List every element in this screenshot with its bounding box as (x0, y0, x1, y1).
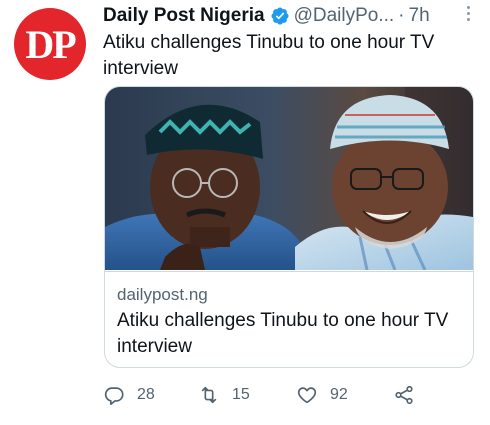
share-button[interactable] (393, 381, 427, 409)
more-icon[interactable] (466, 6, 470, 24)
reply-button[interactable]: 28 (103, 381, 155, 409)
tweet-text: Atiku challenges Tinubu to one hour TV i… (103, 32, 435, 79)
card-photo (105, 87, 473, 270)
author-name[interactable]: Daily Post Nigeria (103, 5, 265, 27)
tweet-time[interactable]: 7h (409, 5, 430, 27)
retweet-count: 15 (232, 386, 250, 403)
like-icon (297, 387, 317, 404)
tweet-actions: 28 15 92 (103, 381, 433, 409)
card-title: Atiku challenges Tinubu to one hour TV i… (117, 310, 449, 357)
author-handle[interactable]: @DailyPo... (294, 5, 395, 27)
card-image[interactable] (105, 87, 473, 270)
like-count: 92 (330, 386, 348, 403)
share-icon (395, 385, 413, 405)
card-body[interactable]: dailypost.ng Atiku challenges Tinubu to … (105, 271, 473, 367)
avatar[interactable]: DP (14, 8, 86, 80)
retweet-button[interactable]: 15 (198, 381, 250, 409)
retweet-icon (201, 386, 217, 404)
link-card[interactable]: dailypost.ng Atiku challenges Tinubu to … (104, 86, 474, 368)
reply-count: 28 (137, 386, 155, 403)
reply-icon (104, 387, 124, 405)
like-button[interactable]: 92 (296, 381, 348, 409)
card-domain: dailypost.ng (117, 285, 208, 304)
tweet-header: Daily Post Nigeria @DailyPo... · 7h (103, 4, 480, 28)
verified-badge-icon (271, 7, 289, 25)
separator-dot: · (398, 5, 405, 26)
avatar-logo-text: DP (25, 21, 76, 67)
